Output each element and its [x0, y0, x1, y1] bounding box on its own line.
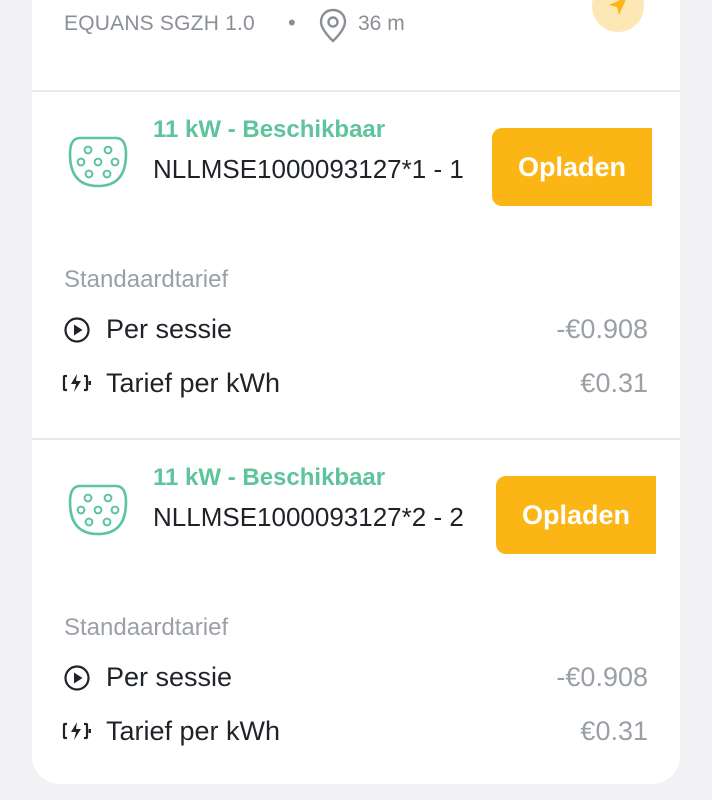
evse-id: NLLMSE1000093127*1 - 1 [153, 154, 464, 184]
charge-button[interactable]: Opladen [492, 128, 652, 206]
navigate-button[interactable] [592, 0, 644, 32]
connector-status: 11 kW - Beschikbaar [153, 116, 386, 143]
evse-id: NLLMSE1000093127*2 - 2 [153, 502, 464, 532]
connector-item: 11 kW - Beschikbaar NLLMSE1000093127*1 -… [32, 92, 680, 438]
per-kwh-value: €0.31 [580, 368, 648, 398]
per-session-label: Per sessie [106, 662, 233, 692]
connector-status: 11 kW - Beschikbaar [153, 464, 386, 491]
charge-button[interactable]: Opladen [496, 476, 656, 554]
navigation-arrow-icon [609, 0, 626, 15]
per-session-value: -€0.908 [556, 314, 648, 344]
tariff-title: Standaardtarief [64, 614, 229, 641]
play-circle-icon [64, 317, 90, 343]
station-header: EQUANS SGZH 1.0 • 36 m [32, 0, 680, 90]
type2-plug-icon [68, 136, 128, 188]
type2-plug-icon [68, 484, 128, 536]
charging-station-card: EQUANS SGZH 1.0 • 36 m 11 kW - Beschikba… [32, 0, 680, 784]
per-kwh-value: €0.31 [580, 716, 648, 746]
battery-charging-icon [62, 374, 91, 392]
connector-item: 11 kW - Beschikbaar NLLMSE1000093127*2 -… [32, 440, 680, 784]
battery-charging-icon [62, 722, 91, 740]
location-pin-icon [319, 8, 347, 43]
per-kwh-label: Tarief per kWh [106, 716, 281, 746]
per-session-value: -€0.908 [556, 662, 648, 692]
per-session-label: Per sessie [106, 314, 233, 344]
distance-label: 36 m [358, 12, 405, 35]
tariff-title: Standaardtarief [64, 266, 229, 293]
per-kwh-label: Tarief per kWh [106, 368, 281, 398]
separator-dot: • [288, 10, 296, 35]
operator-name: EQUANS SGZH 1.0 [64, 12, 255, 35]
play-circle-icon [64, 665, 90, 691]
